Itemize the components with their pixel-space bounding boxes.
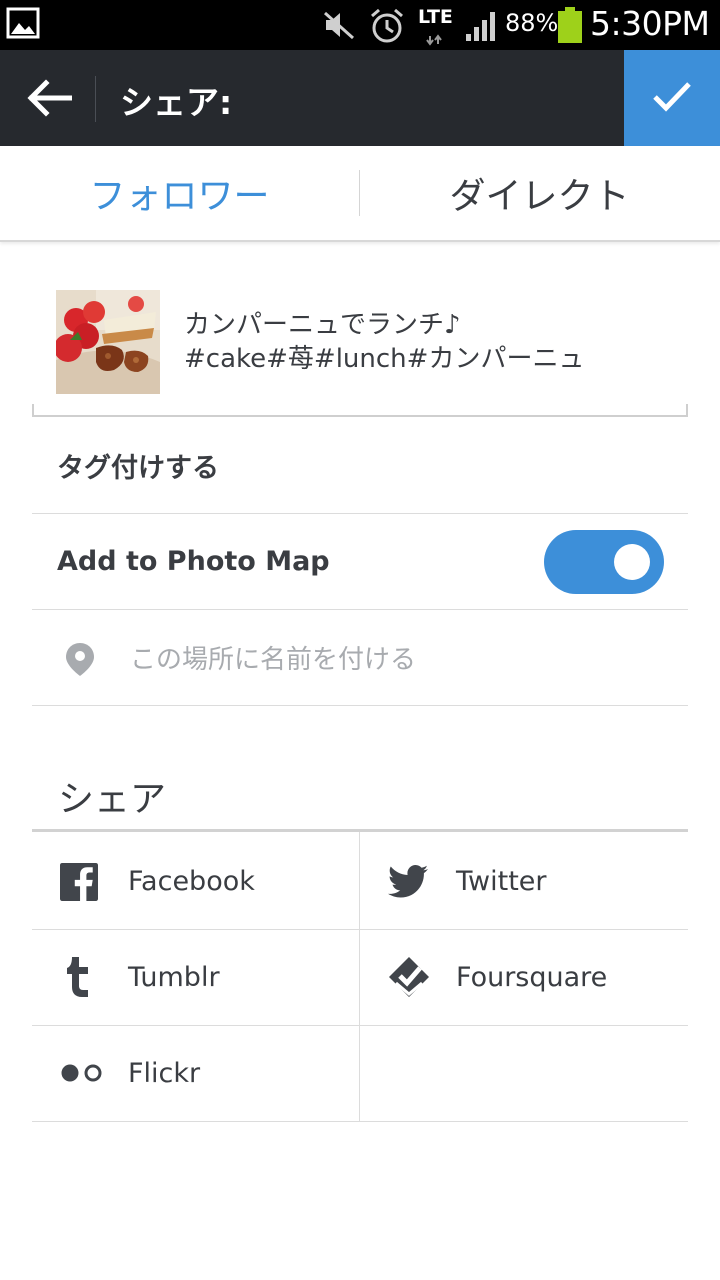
data-arrows-icon: [426, 34, 442, 46]
caption-line-1: カンパーニュでランチ♪: [184, 310, 461, 340]
confirm-button[interactable]: [624, 50, 720, 146]
twitter-icon: [388, 865, 428, 898]
action-bar-divider: [95, 76, 96, 122]
flickr-icon: [61, 1064, 102, 1082]
photo-map-label: Add to Photo Map: [57, 546, 330, 577]
mute-icon: [324, 11, 354, 40]
back-button[interactable]: [0, 50, 96, 146]
grid-divider: [32, 1121, 688, 1122]
share-tumblr[interactable]: Tumblr: [32, 929, 359, 1025]
status-bar: LTE 88% 5:30PM: [0, 0, 720, 50]
share-flickr[interactable]: Flickr: [32, 1025, 359, 1121]
divider: [32, 705, 688, 706]
battery-icon: [558, 7, 582, 43]
foursquare-icon: [389, 957, 429, 997]
facebook-icon: [60, 863, 98, 901]
location-placeholder: この場所に名前を付ける: [130, 645, 417, 675]
photo-map-toggle[interactable]: [544, 530, 664, 594]
location-pin-icon: [66, 643, 94, 676]
arrow-left-icon: [27, 79, 72, 117]
tab-direct[interactable]: ダイレクト: [360, 146, 719, 240]
photo-image: [56, 290, 160, 394]
signal-icon: [466, 12, 495, 41]
gallery-icon: [6, 7, 40, 39]
share-twitter[interactable]: Twitter: [360, 833, 687, 929]
toggle-knob: [614, 544, 650, 580]
checkmark-icon: [653, 82, 691, 112]
share-label: Foursquare: [456, 961, 608, 993]
caption-line-2: #cake#苺#lunch#カンパーニュ: [184, 344, 585, 374]
share-services-grid: Facebook Twitter Tumblr Foursquare Flick…: [32, 832, 688, 1122]
share-label: Facebook: [128, 865, 255, 897]
audience-tabs: フォロワー ダイレクト: [0, 146, 720, 242]
action-bar: シェア:: [0, 50, 720, 146]
battery-percent: 88%: [505, 9, 559, 37]
share-heading: シェア: [58, 779, 167, 820]
location-row[interactable]: この場所に名前を付ける: [32, 610, 688, 705]
clock: 5:30PM: [590, 4, 710, 43]
share-foursquare[interactable]: Foursquare: [360, 929, 687, 1025]
photo-map-row: Add to Photo Map: [32, 514, 688, 609]
alarm-icon: [371, 8, 403, 43]
share-label: Flickr: [128, 1057, 201, 1089]
photo-thumbnail[interactable]: [56, 290, 160, 394]
share-label: Twitter: [456, 865, 547, 897]
tag-people-row[interactable]: タグ付けする: [32, 418, 688, 513]
tumblr-icon: [67, 957, 88, 997]
tab-followers[interactable]: フォロワー: [0, 146, 359, 240]
caption-underline: [32, 415, 688, 417]
share-label: Tumblr: [128, 961, 220, 993]
page-title: シェア:: [120, 83, 233, 122]
share-facebook[interactable]: Facebook: [32, 833, 359, 929]
caption-text[interactable]: カンパーニュでランチ♪ #cake#苺#lunch#カンパーニュ: [184, 308, 684, 376]
tag-people-label: タグ付けする: [57, 453, 219, 484]
